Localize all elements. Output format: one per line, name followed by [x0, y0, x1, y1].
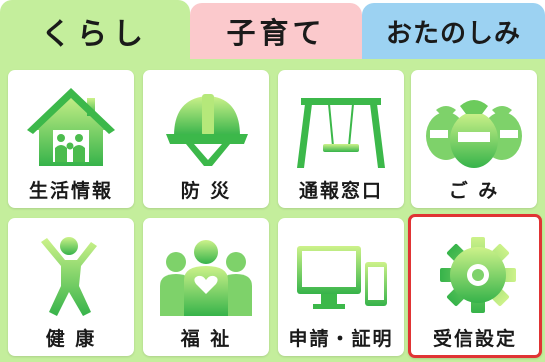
menu-tile-tsuho-madoguchi[interactable]: 通報窓口: [278, 70, 404, 208]
menu-tile-seikatsu-joho[interactable]: 生活情報: [8, 70, 134, 208]
app: くらし 子育て おたのしみ 生活情報 防 災 通報窓口 ご み 健 康 福 祉 …: [0, 0, 545, 362]
menu-tile-gomi[interactable]: ご み: [411, 70, 537, 208]
tile-label: ご み: [448, 180, 500, 202]
tile-label: 防 災: [180, 180, 232, 202]
tile-label: 健 康: [45, 328, 97, 350]
swing-icon: [297, 98, 385, 168]
tab-kosodate[interactable]: 子育て: [190, 3, 362, 59]
menu-tile-fukushi[interactable]: 福 祉: [143, 218, 269, 356]
menu-panel: 生活情報 防 災 通報窓口 ご み 健 康 福 祉 申請・証明 受信設定: [0, 59, 545, 362]
house-icon: [27, 88, 115, 166]
gear-icon: [440, 237, 516, 313]
tile-label: 福 祉: [180, 328, 232, 350]
tile-label: 申請・証明: [288, 328, 394, 350]
menu-tile-shinsei-shomei[interactable]: 申請・証明: [278, 218, 404, 356]
garbage-bags-icon: [426, 100, 522, 168]
menu-tile-bousai[interactable]: 防 災: [143, 70, 269, 208]
exercise-person-icon: [41, 237, 97, 316]
tile-label: 受信設定: [432, 328, 517, 350]
menu-tile-jushin-settei[interactable]: 受信設定: [408, 214, 542, 358]
category-tabs: くらし 子育て おたのしみ: [0, 0, 545, 62]
tile-label: 通報窓口: [298, 180, 383, 202]
tab-kurashi[interactable]: くらし: [0, 0, 190, 62]
helmet-icon: [166, 94, 248, 166]
devices-icon: [297, 246, 387, 309]
menu-tile-kenko[interactable]: 健 康: [8, 218, 134, 356]
tile-label: 生活情報: [28, 180, 113, 202]
people-heart-icon: [160, 240, 252, 316]
tab-otanoshimi[interactable]: おたのしみ: [362, 3, 545, 59]
